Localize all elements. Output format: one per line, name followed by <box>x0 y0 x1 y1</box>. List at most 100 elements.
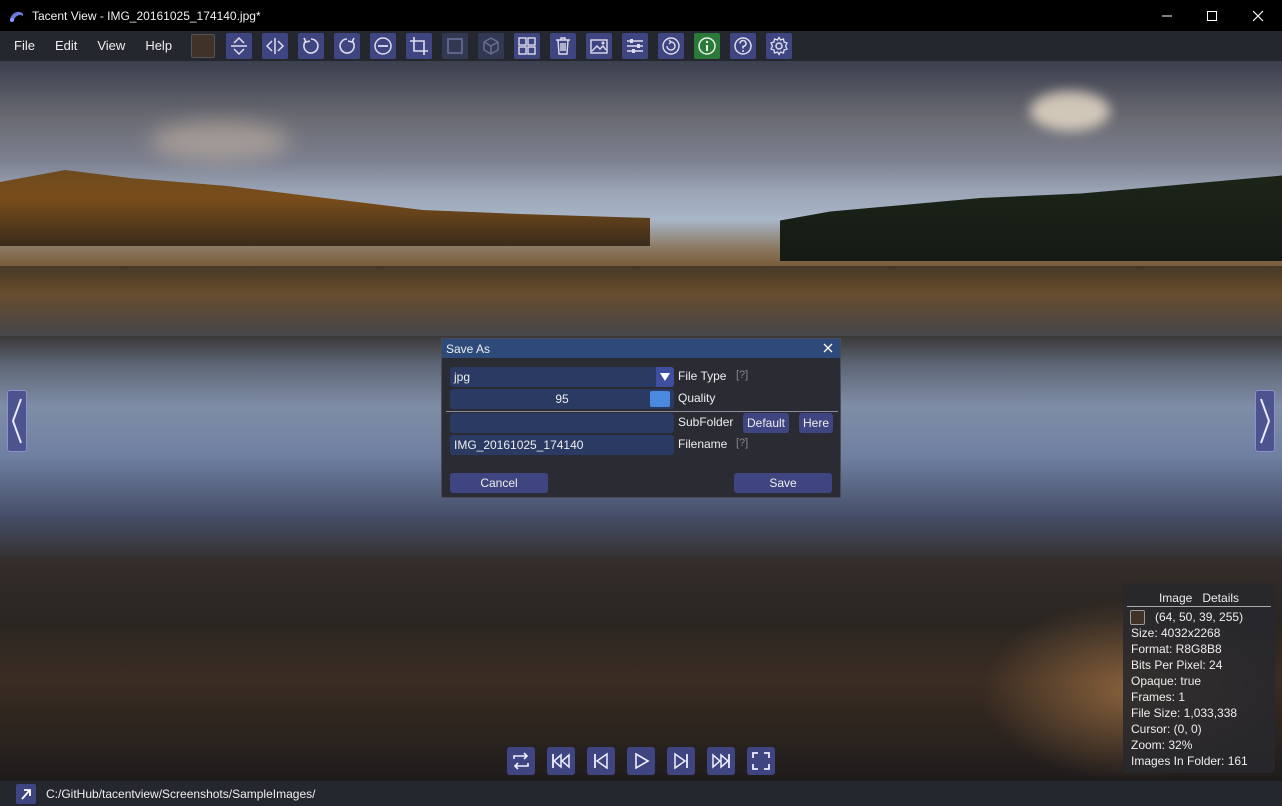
rotate-ccw-icon <box>303 37 319 54</box>
detail-bpp: Bits Per Pixel: 24 <box>1131 658 1223 672</box>
image-details-panel: Image Details (64, 50, 39, 255) Size: 40… <box>1123 583 1275 773</box>
next-frame-button[interactable] <box>667 747 695 775</box>
next-image-button[interactable] <box>1255 390 1275 452</box>
trash-icon <box>556 37 570 55</box>
rotate-cw-icon <box>339 37 355 54</box>
last-frame-button[interactable] <box>707 747 735 775</box>
minimize-icon <box>1162 15 1172 16</box>
save-button[interactable]: Save <box>734 473 832 493</box>
detail-cursor: Cursor: (0, 0) <box>1131 722 1202 736</box>
fullscreen-icon <box>752 752 770 770</box>
file-type-help[interactable]: [?] <box>736 369 748 381</box>
photo-content <box>0 266 1282 336</box>
detail-images-in-folder: Images In Folder: 161 <box>1131 754 1248 768</box>
title-bar: Tacent View - IMG_20161025_174140.jpg* <box>0 0 1282 31</box>
maximize-button[interactable] <box>1189 0 1235 31</box>
close-icon <box>1252 10 1264 21</box>
image-icon <box>590 39 608 54</box>
filename-help[interactable]: [?] <box>736 437 748 449</box>
details-divider <box>1127 606 1271 607</box>
resize-canvas-button[interactable] <box>442 33 468 59</box>
photo-content <box>1030 91 1110 131</box>
rotate-cw-button[interactable] <box>334 33 360 59</box>
skip-back-icon <box>594 752 608 770</box>
cancel-button[interactable]: Cancel <box>450 473 548 493</box>
thumbnail-view-button[interactable] <box>514 33 540 59</box>
combo-dropdown-button[interactable] <box>656 367 674 387</box>
flip-vertical-icon <box>231 36 247 56</box>
menu-help[interactable]: Help <box>135 31 182 61</box>
photo-content <box>150 121 290 161</box>
file-type-value: jpg <box>454 370 471 384</box>
first-frame-button[interactable] <box>547 747 575 775</box>
save-as-dialog: Save As jpg File Type [?] 95 Quality Sub… <box>441 338 841 498</box>
detail-frames: Frames: 1 <box>1131 690 1186 704</box>
repeat-icon <box>513 752 529 770</box>
skip-forward-icon <box>674 752 688 770</box>
fast-forward-icon <box>712 753 730 769</box>
separator <box>446 411 838 412</box>
filename-label: Filename <box>678 437 728 451</box>
pixel-color-value: (64, 50, 39, 255) <box>1155 610 1244 624</box>
loop-button[interactable] <box>507 747 535 775</box>
refresh-button[interactable] <box>658 33 684 59</box>
close-window-button[interactable] <box>1235 0 1281 31</box>
details-tab-image: Image <box>1158 591 1193 605</box>
delete-button[interactable] <box>550 33 576 59</box>
zoom-out-button[interactable] <box>370 33 396 59</box>
dialog-title: Save As <box>442 339 840 358</box>
detail-opaque: Opaque: true <box>1131 674 1202 688</box>
parent-folder-button[interactable] <box>16 783 36 804</box>
menu-view[interactable]: View <box>87 31 135 61</box>
crop-button[interactable] <box>406 33 432 59</box>
photo-content <box>0 170 650 246</box>
details-header: Image Details <box>1129 591 1269 605</box>
minus-circle-icon <box>374 37 392 55</box>
menu-edit[interactable]: Edit <box>45 31 87 61</box>
quality-label: Quality <box>678 391 716 405</box>
window-title: Tacent View - IMG_20161025_174140.jpg* <box>32 8 261 23</box>
pixel-color-swatch <box>1130 610 1145 625</box>
help-button[interactable] <box>730 33 756 59</box>
menu-file[interactable]: File <box>0 31 45 61</box>
fullscreen-button[interactable] <box>747 747 775 775</box>
rotate-ccw-button[interactable] <box>298 33 324 59</box>
play-icon <box>635 752 650 770</box>
minimize-button[interactable] <box>1144 0 1190 31</box>
refresh-icon <box>662 37 680 55</box>
current-folder-path: C:/GitHub/tacentview/Screenshots/SampleI… <box>46 786 316 801</box>
status-bar: C:/GitHub/tacentview/Screenshots/SampleI… <box>0 781 1282 806</box>
file-type-combo[interactable]: jpg <box>450 367 674 387</box>
properties-button[interactable] <box>622 33 648 59</box>
default-button[interactable]: Default <box>743 413 789 433</box>
flip-vertical-button[interactable] <box>226 33 252 59</box>
grid-icon <box>518 37 536 55</box>
info-overlay-button[interactable] <box>694 33 720 59</box>
filename-input[interactable]: IMG_20161025_174140 <box>450 435 674 455</box>
flip-horizontal-button[interactable] <box>262 33 288 59</box>
quality-value: 95 <box>555 392 569 406</box>
previous-image-button[interactable] <box>7 390 27 452</box>
details-tab-details: Details <box>1202 591 1240 605</box>
cubemap-button[interactable] <box>478 33 504 59</box>
slider-handle[interactable] <box>650 391 670 407</box>
quality-slider[interactable]: 95 <box>450 389 674 409</box>
subfolder-label: SubFolder <box>678 415 734 429</box>
close-icon <box>823 343 833 353</box>
dialog-close-button[interactable] <box>820 340 836 356</box>
previous-frame-button[interactable] <box>587 747 615 775</box>
crop-icon <box>410 37 428 55</box>
play-button[interactable] <box>627 747 655 775</box>
here-button[interactable]: Here <box>799 413 833 433</box>
rewind-icon <box>552 753 570 769</box>
color-swatch[interactable] <box>191 34 215 58</box>
settings-button[interactable] <box>766 33 792 59</box>
detail-file-size: File Size: 1,033,338 <box>1131 706 1238 720</box>
content-view-button[interactable] <box>586 33 612 59</box>
info-icon <box>698 37 716 55</box>
file-type-label: File Type <box>678 369 727 383</box>
canvas-icon <box>447 38 463 54</box>
maximize-icon <box>1207 10 1217 21</box>
chevron-right-icon <box>1260 398 1271 444</box>
subfolder-input[interactable] <box>450 413 674 433</box>
